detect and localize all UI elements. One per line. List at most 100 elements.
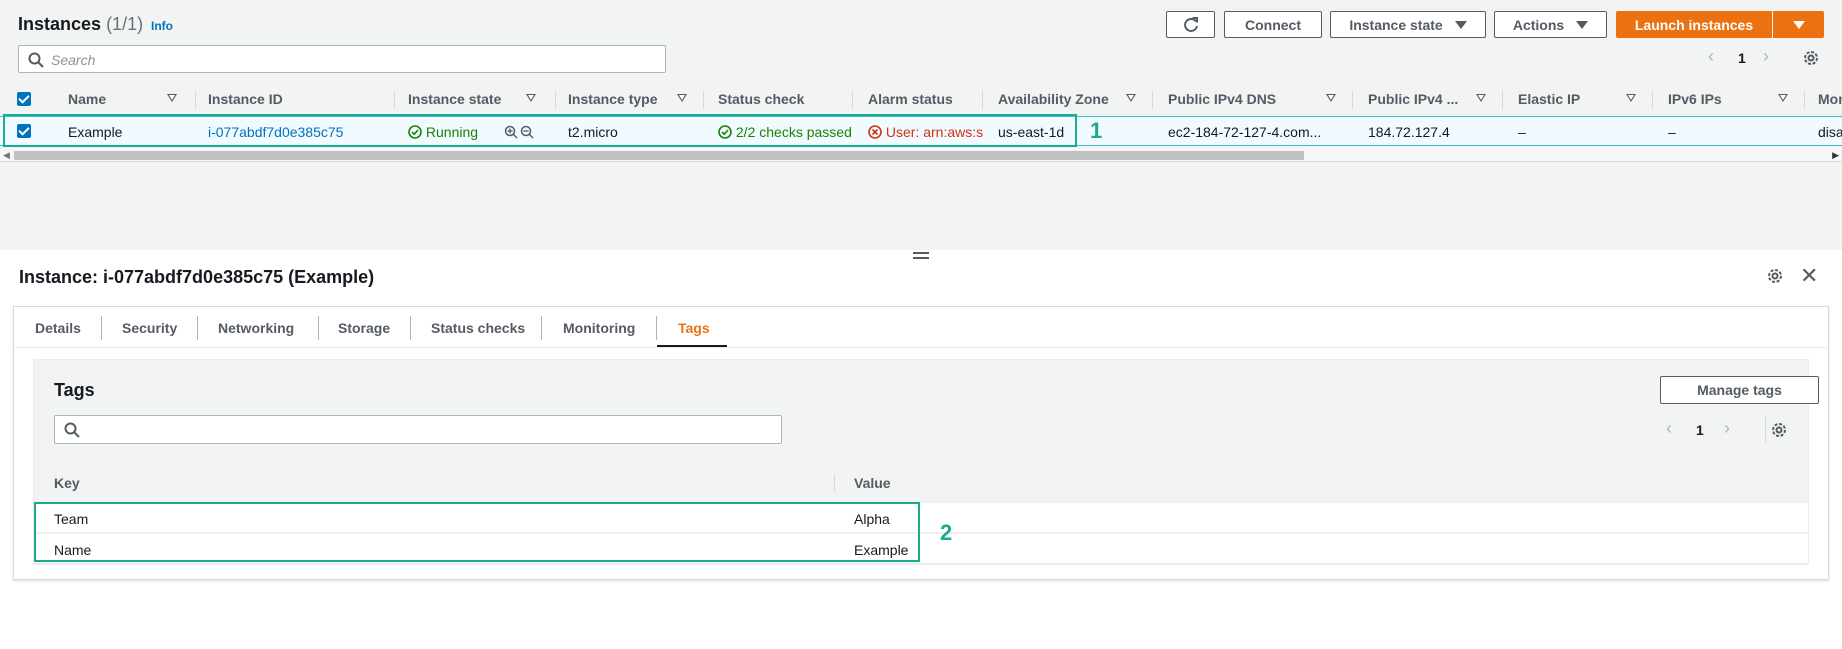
tab-monitoring[interactable]: Monitoring: [563, 320, 635, 336]
cell-monitoring: disa: [1818, 124, 1842, 140]
prev-page-icon[interactable]: ‹: [1666, 418, 1672, 439]
column-divider[interactable]: [394, 91, 395, 109]
tab-divider: [541, 316, 542, 340]
col-public-dns[interactable]: Public IPv4 DNS: [1168, 91, 1276, 107]
gear-icon[interactable]: [1802, 49, 1820, 67]
info-link[interactable]: Info: [151, 19, 173, 33]
scrollbar-thumb[interactable]: [14, 151, 1304, 160]
tab-divider: [197, 316, 198, 340]
cell-elastic-ip: –: [1518, 124, 1526, 140]
tags-page-number[interactable]: 1: [1696, 422, 1704, 438]
search-input[interactable]: Search: [18, 45, 666, 73]
column-divider[interactable]: [852, 91, 853, 109]
col-instance-id[interactable]: Instance ID: [208, 91, 283, 107]
caret-down-icon: [1792, 20, 1805, 29]
col-name[interactable]: Name: [68, 91, 106, 107]
connect-label: Connect: [1245, 16, 1301, 33]
column-divider[interactable]: [834, 474, 835, 492]
col-availability-zone[interactable]: Availability Zone: [998, 91, 1109, 107]
tag-search-input[interactable]: [54, 415, 782, 444]
actions-dropdown[interactable]: Actions: [1494, 11, 1607, 38]
manage-tags-label: Manage tags: [1697, 382, 1782, 398]
annotation-box-2: [34, 502, 920, 562]
column-divider[interactable]: [195, 91, 196, 109]
page-number[interactable]: 1: [1738, 50, 1746, 66]
tab-bar: Details Security Networking Storage Stat…: [13, 306, 1829, 348]
page-title-text: Instances: [18, 14, 102, 34]
caret-down-icon: [1576, 20, 1589, 29]
column-divider[interactable]: [1502, 91, 1503, 109]
col-public-ipv4[interactable]: Public IPv4 ...: [1368, 91, 1458, 107]
detail-title: Instance: i-077abdf7d0e385c75 (Example): [19, 267, 375, 287]
launch-dropdown-button[interactable]: [1773, 11, 1824, 38]
cell-ipv4: 184.72.127.4: [1368, 124, 1450, 140]
gear-icon[interactable]: [1770, 421, 1788, 439]
connect-button[interactable]: Connect: [1224, 11, 1322, 38]
col-elastic-ip[interactable]: Elastic IP: [1518, 91, 1580, 107]
tab-divider: [318, 316, 319, 340]
tab-networking[interactable]: Networking: [218, 320, 294, 336]
next-page-icon[interactable]: ›: [1763, 46, 1769, 67]
column-divider[interactable]: [982, 91, 983, 109]
pager-divider: [1765, 417, 1766, 443]
key-header[interactable]: Key: [54, 475, 80, 491]
instance-state-label: Instance state: [1349, 16, 1443, 33]
horizontal-scrollbar[interactable]: ◀ ▶: [0, 148, 1842, 162]
search-icon: [28, 52, 44, 68]
tab-status-checks[interactable]: Status checks: [431, 320, 525, 336]
annotation-label-2: 2: [940, 520, 953, 545]
sort-icon[interactable]: [1126, 94, 1136, 102]
column-divider[interactable]: [703, 91, 704, 109]
prev-page-icon[interactable]: ‹: [1708, 46, 1714, 67]
column-divider[interactable]: [555, 91, 556, 109]
active-tab-indicator: [657, 345, 727, 347]
column-divider[interactable]: [1352, 91, 1353, 109]
col-alarm-status[interactable]: Alarm status: [868, 91, 953, 107]
sort-icon[interactable]: [167, 94, 177, 102]
tags-table-header: Key Value: [34, 464, 1808, 502]
tab-details[interactable]: Details: [35, 320, 81, 336]
column-divider[interactable]: [1804, 91, 1805, 109]
caret-down-icon: [1454, 20, 1467, 29]
value-header[interactable]: Value: [854, 475, 891, 491]
select-all-checkbox[interactable]: [17, 92, 31, 106]
column-divider[interactable]: [1152, 91, 1153, 109]
refresh-button[interactable]: [1166, 11, 1215, 38]
resize-handle[interactable]: [913, 252, 929, 259]
sort-icon[interactable]: [1476, 94, 1486, 102]
sort-icon[interactable]: [1326, 94, 1336, 102]
sort-icon[interactable]: [526, 94, 536, 102]
scroll-left-icon[interactable]: ◀: [3, 150, 10, 161]
annotation-box-1: [3, 114, 1077, 147]
scroll-right-icon[interactable]: ▶: [1832, 150, 1839, 161]
col-instance-state[interactable]: Instance state: [408, 91, 501, 107]
gear-icon[interactable]: [1766, 267, 1784, 285]
sort-icon[interactable]: [1778, 94, 1788, 102]
cell-ipv6: –: [1668, 124, 1676, 140]
annotation-label-1: 1: [1090, 118, 1103, 143]
tab-security[interactable]: Security: [122, 320, 177, 336]
close-icon[interactable]: ✕: [1800, 265, 1818, 287]
col-monitoring[interactable]: Mon: [1818, 91, 1842, 107]
tab-tags[interactable]: Tags: [678, 320, 710, 336]
table-header: Name Instance ID Instance state Instance…: [0, 85, 1842, 115]
launch-instances-button[interactable]: Launch instances: [1616, 11, 1772, 38]
next-page-icon[interactable]: ›: [1724, 418, 1730, 439]
sort-icon[interactable]: [1626, 94, 1636, 102]
search-placeholder: Search: [51, 52, 96, 68]
tab-divider: [656, 316, 657, 340]
tab-storage[interactable]: Storage: [338, 320, 390, 336]
actions-label: Actions: [1512, 16, 1565, 33]
manage-tags-button[interactable]: Manage tags: [1660, 376, 1819, 404]
search-icon: [64, 422, 80, 438]
tab-divider: [101, 316, 102, 340]
col-instance-type[interactable]: Instance type: [568, 91, 657, 107]
col-ipv6[interactable]: IPv6 IPs: [1668, 91, 1722, 107]
page-title: Instances (1/1): [18, 14, 143, 35]
sort-icon[interactable]: [677, 94, 687, 102]
instance-state-dropdown[interactable]: Instance state: [1330, 11, 1486, 38]
cell-dns: ec2-184-72-127-4.com...: [1168, 124, 1322, 140]
col-status-check[interactable]: Status check: [718, 91, 804, 107]
tags-title: Tags: [54, 380, 95, 400]
column-divider[interactable]: [1652, 91, 1653, 109]
